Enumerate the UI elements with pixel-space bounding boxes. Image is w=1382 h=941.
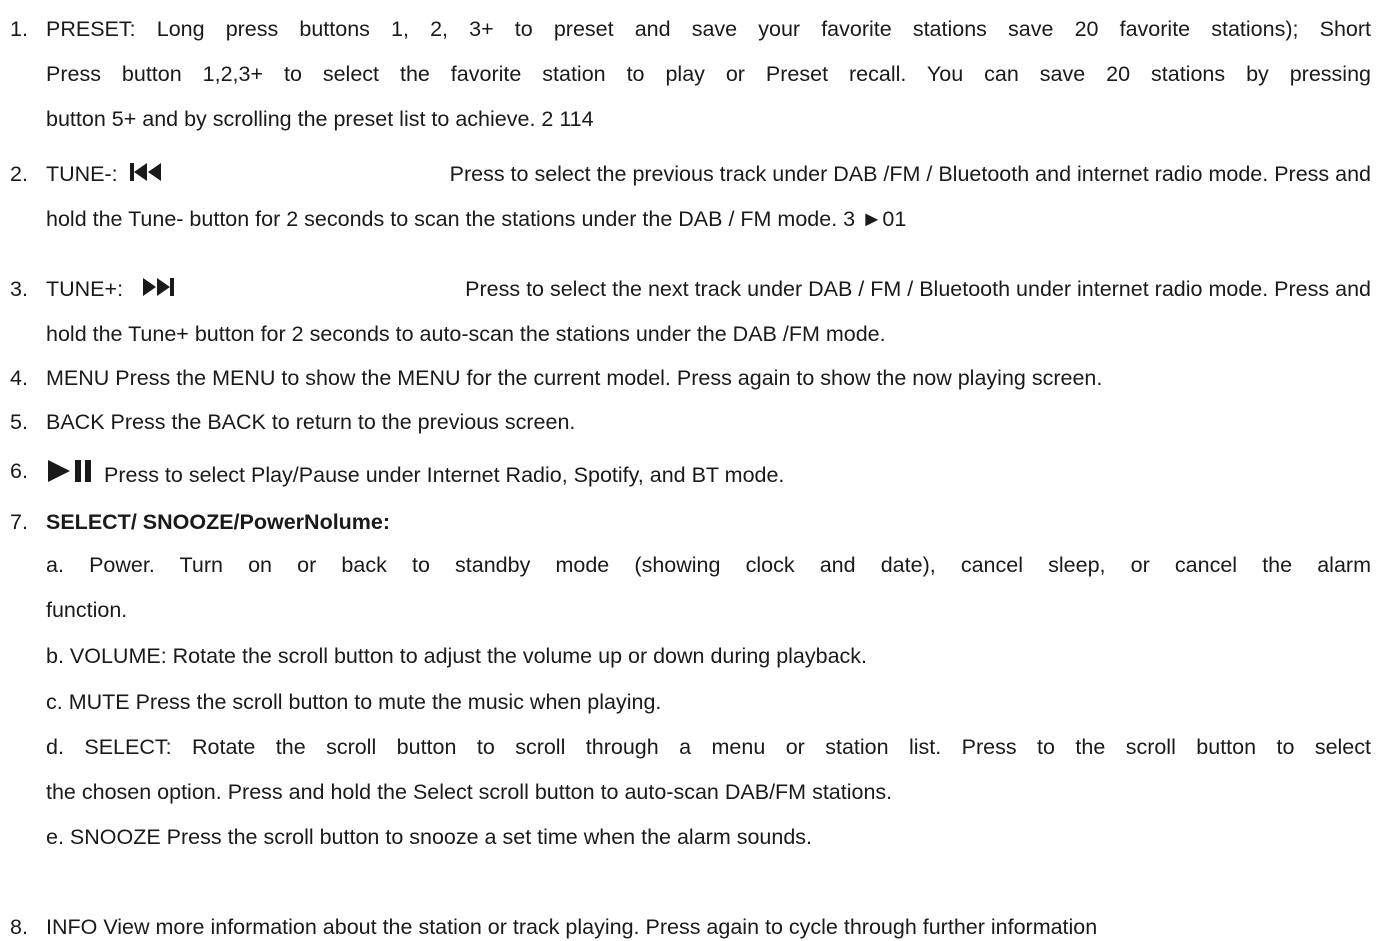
item-number: 3. bbox=[10, 277, 28, 301]
sub-item-text: function. bbox=[46, 598, 128, 622]
item-number: 5. bbox=[10, 410, 28, 434]
sub-item-text: c. MUTE Press the scroll button to mute … bbox=[46, 690, 662, 714]
item-text-line: TUNE+: Press to select the next track un… bbox=[46, 275, 1371, 306]
item-text-rest: Press to select the previous track under… bbox=[449, 162, 1371, 186]
item-number: 7. bbox=[10, 510, 28, 534]
sub-item-text: b. VOLUME: Rotate the scroll button to a… bbox=[46, 644, 868, 668]
item-text: Press to select Play/Pause under Interne… bbox=[104, 463, 785, 487]
item-text-line: hold the Tune- button for 2 seconds to s… bbox=[46, 207, 907, 231]
skip-next-icon bbox=[141, 275, 179, 306]
item-text-line: BACK Press the BACK to return to the pre… bbox=[46, 410, 576, 434]
item-number: 1. bbox=[10, 17, 28, 41]
item-text-rest: Press to select the next track under DAB… bbox=[465, 277, 1371, 301]
item-label: TUNE-: bbox=[46, 162, 118, 186]
item-number: 4. bbox=[10, 366, 28, 390]
skip-previous-icon bbox=[128, 160, 164, 191]
item-text-line: button 5+ and by scrolling the preset li… bbox=[46, 107, 594, 131]
manual-page: 1. PRESET: Long press buttons 1, 2, 3+ t… bbox=[0, 0, 1382, 939]
play-pause-icon bbox=[44, 457, 98, 492]
item-text-line: TUNE-: Press to select the previous trac… bbox=[46, 160, 1371, 191]
item-heading: SELECT/ SNOOZE/PowerNolume: bbox=[46, 510, 391, 534]
item-number: 2. bbox=[10, 162, 28, 186]
sub-item-text: the chosen option. Press and hold the Se… bbox=[46, 780, 893, 804]
item-text-line: Press button 1,2,3+ to select the favori… bbox=[46, 62, 1371, 86]
item-text-line: hold the Tune+ button for 2 seconds to a… bbox=[46, 322, 886, 346]
item-number: 6. bbox=[10, 459, 28, 483]
item-text-line: Press to select Play/Pause under Interne… bbox=[40, 457, 784, 492]
item-text-line: PRESET: Long press buttons 1, 2, 3+ to p… bbox=[46, 17, 1371, 41]
sub-item-text: e. SNOOZE Press the scroll button to sno… bbox=[46, 825, 813, 849]
sub-item-text: d. SELECT: Rotate the scroll button to s… bbox=[46, 735, 1371, 759]
sub-item-text: a. Power. Turn on or back to standby mod… bbox=[46, 553, 1371, 577]
item-label: TUNE+: bbox=[46, 277, 124, 301]
item-text-line: MENU Press the MENU to show the MENU for… bbox=[46, 366, 1103, 390]
